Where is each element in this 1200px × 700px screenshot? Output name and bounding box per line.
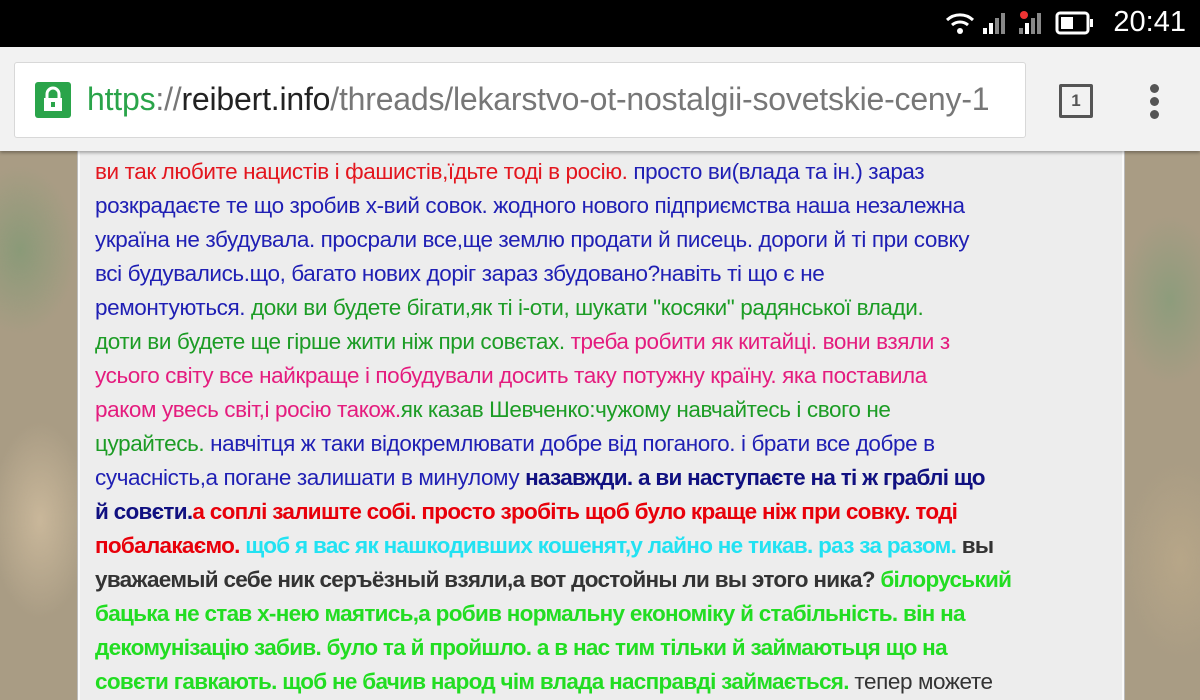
post-line: розкрадаєте те що зробив х-вий совок. жо…	[95, 189, 1125, 223]
post-line: сучасність,а погане залишати в минулому …	[95, 461, 1125, 495]
post-text-segment: совєти гавкають. щоб не бачив народ чім …	[95, 669, 855, 694]
post-text-segment: навчітця ж таки відокремлювати добре від…	[210, 431, 935, 456]
post-line: усього світу все найкраще і побудували д…	[95, 359, 1125, 393]
post-line: й совєти.а соплі залиште собі. просто зр…	[95, 495, 1125, 529]
post-line: бацька не став х-нею маятись,а робив нор…	[95, 597, 1125, 631]
post-text-segment: доти ви будете ще гірше жити ніж при сов…	[95, 329, 571, 354]
post-line: совєти гавкають. щоб не бачив народ чім …	[95, 665, 1125, 699]
post-text-segment: розкрадаєте те що зробив х-вий совок. жо…	[95, 193, 965, 218]
post-text-segment: щоб я вас як нашкодивших кошенят,у лайно…	[245, 533, 962, 558]
post-text-segment: й совєти.	[95, 499, 193, 524]
post-text-segment: раком увесь світ,і росію також.	[95, 397, 401, 422]
signal-sim2-blocked-icon	[1019, 11, 1041, 34]
post-text-segment: декомунізацію забив. було та й пройшло. …	[95, 635, 948, 660]
overflow-menu-icon[interactable]	[1150, 84, 1162, 123]
post-line: декомунізацію забив. було та й пройшло. …	[95, 631, 1125, 665]
post-line: цурайтесь. навчітця ж таки відокремлюват…	[95, 427, 1125, 461]
tabs-button[interactable]: 1	[1059, 84, 1093, 118]
post-text-segment: ремонтуються.	[95, 295, 251, 320]
url-scheme: https	[87, 81, 156, 117]
url-bar[interactable]: https://reibert.info/threads/lekarstvo-o…	[14, 62, 1026, 138]
status-bar: 20:41	[0, 0, 1200, 47]
post-text-segment: всі будувались.що, багато нових доріг за…	[95, 261, 825, 286]
post-line: побалакаємо. щоб я вас як нашкодивших ко…	[95, 529, 1125, 563]
post-text-segment: усього світу все найкраще і побудували д…	[95, 363, 927, 388]
wifi-icon	[945, 13, 975, 34]
post-line: ви так любите нацистів і фашистів,їдьте …	[95, 155, 1125, 189]
post-text-segment: уважаемый себе ник серъёзный взяли,а вот…	[95, 567, 881, 592]
post-text-segment: україна не збудувала. просрали все,ще зе…	[95, 227, 970, 252]
post-text-segment: бацька не став х-нею маятись,а робив нор…	[95, 601, 966, 626]
post-text-segment: ви так любите нацистів і фашистів,їдьте …	[95, 159, 634, 184]
post-text-segment: треба робити як китайці. вони взяли з	[570, 329, 951, 354]
browser-toolbar: https://reibert.info/threads/lekarstvo-o…	[0, 47, 1200, 151]
post-line: раком увесь світ,і росію також.як казав …	[95, 393, 1125, 427]
post-text-segment: сучасність,а погане залишати в минулому	[95, 465, 526, 490]
battery-icon	[1055, 11, 1093, 35]
post-text-segment: білоруський	[880, 567, 1012, 592]
post-text-segment: як казав Шевченко:чужому навчайтесь і св…	[400, 397, 891, 422]
tab-count: 1	[1071, 91, 1081, 110]
post-line: україна не збудувала. просрали все,ще зе…	[95, 223, 1125, 257]
post-text-segment: вы	[961, 533, 994, 558]
url-separator: ://	[155, 81, 182, 117]
signal-sim1-icon	[983, 13, 1005, 34]
post-text-segment: просто ви(влада та ін.) зараз	[633, 159, 925, 184]
url-text: https://reibert.info/threads/lekarstvo-o…	[87, 81, 990, 118]
post-text-segment: назавжди. а ви наступаєте на ті ж граблі…	[525, 465, 985, 490]
post-text-segment: побалакаємо.	[95, 533, 246, 558]
post-text-segment: тепер можете	[854, 669, 993, 694]
post-line: всі будувались.що, багато нових доріг за…	[95, 257, 1125, 291]
post-body: ви так любите нацистів і фашистів,їдьте …	[95, 155, 1125, 699]
url-host: reibert.info	[181, 81, 331, 117]
post-text-segment: а соплі залиште собі. просто зробіть щоб…	[192, 499, 958, 524]
url-path: /threads/lekarstvo-ot-nostalgii-sovetski…	[330, 81, 990, 117]
lock-icon	[35, 82, 71, 118]
post-line: доти ви будете ще гірше жити ніж при сов…	[95, 325, 1125, 359]
post-line: уважаемый себе ник серъёзный взяли,а вот…	[95, 563, 1125, 597]
post-line: ремонтуються. доки ви будете бігати,як т…	[95, 291, 1125, 325]
clock: 20:41	[1113, 6, 1186, 38]
post-text-segment: цурайтесь.	[95, 431, 211, 456]
post-text-segment: доки ви будете бігати,як ті і-оти, шукат…	[251, 295, 924, 320]
